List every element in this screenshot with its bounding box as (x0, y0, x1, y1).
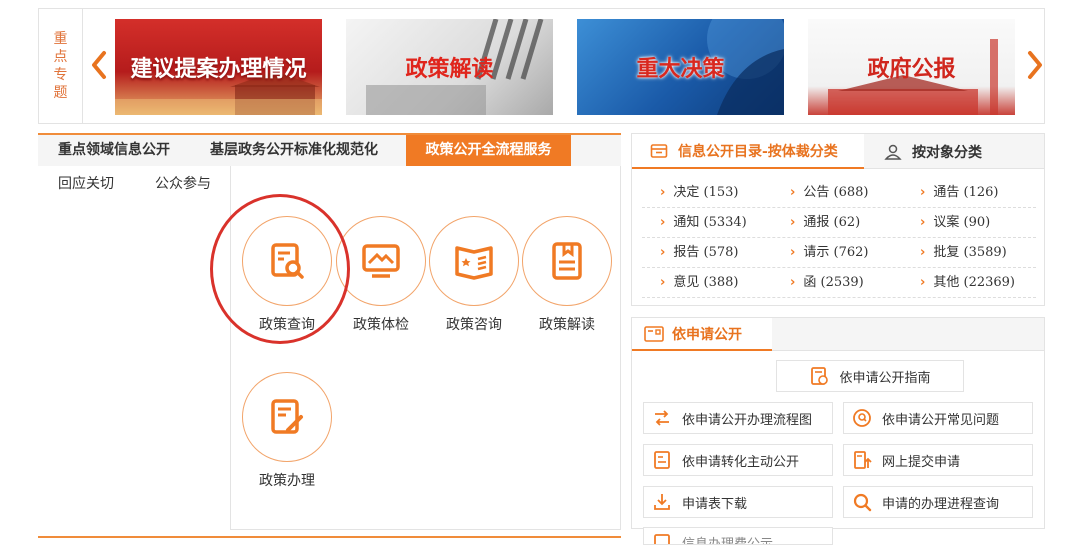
catalog-row: › 决定 (153) › 公告 (688) › 通告 (126) (642, 178, 1036, 208)
chevron-right-icon: › (660, 185, 666, 200)
subnav-participation[interactable]: 公众参与 (155, 173, 211, 193)
subnav-response[interactable]: 回应关切 (58, 173, 114, 193)
chevron-left-icon (92, 51, 106, 79)
document-bookmark-icon (552, 242, 582, 280)
open-book-star-icon (455, 246, 493, 280)
slide-government-gazette[interactable]: 政府公报 (808, 19, 1015, 115)
panel-bottom-border (38, 536, 621, 538)
slide-major-decisions[interactable]: 重大决策 (577, 19, 784, 115)
catalog-item[interactable]: › 通报 (62) (790, 208, 860, 238)
info-catalog-panel: 信息公开目录-按体裁分类 按对象分类 › 决定 (153) › 公告 (688) ›… (631, 133, 1045, 306)
apply-panel-title: 依申请公开 (632, 318, 772, 351)
service-policy-consult[interactable]: 政策咨询 (428, 216, 520, 334)
chevron-right-icon: › (660, 275, 666, 290)
left-tabbar: 重点领域信息公开 基层政务公开标准化规范化 政策公开全流程服务 (38, 133, 621, 166)
guide-document-icon (811, 367, 829, 385)
catalog-item[interactable]: › 报告 (578) (660, 238, 738, 268)
chevron-right-icon: › (920, 215, 926, 230)
flow-icon (655, 410, 669, 426)
apply-guide-button[interactable]: 依申请公开指南 (776, 360, 964, 392)
chevron-right-icon: › (790, 245, 796, 260)
slide-proposal[interactable]: 建议提案办理情况 (115, 19, 322, 115)
catalog-row: › 通知 (5334) › 通报 (62) › 议案 (90) (642, 208, 1036, 238)
monitor-pulse-icon (362, 244, 400, 278)
apply-flowchart-button[interactable]: 依申请公开办理流程图 (643, 402, 833, 434)
banner-tag: 重 点 专 题 (39, 9, 83, 123)
apply-faq-button[interactable]: 依申请公开常见问题 (843, 402, 1033, 434)
chevron-right-icon: › (660, 245, 666, 260)
chevron-right-icon: › (790, 215, 796, 230)
service-policy-query[interactable]: 政策查询 (241, 216, 333, 334)
document-search-icon (271, 243, 304, 279)
catalog-item[interactable]: › 意见 (388) (660, 268, 738, 298)
tab-key-areas[interactable]: 重点领域信息公开 (58, 135, 170, 166)
service-policy-handle[interactable]: 政策办理 (241, 372, 333, 490)
catalog-item[interactable]: › 请示 (762) (790, 238, 868, 268)
chevron-right-icon: › (660, 215, 666, 230)
upload-document-icon (854, 451, 872, 469)
question-circle-icon (853, 409, 871, 427)
id-card-icon (644, 325, 664, 342)
tab-by-audience[interactable]: 按对象分类 (884, 134, 982, 169)
catalog-item[interactable]: › 公告 (688) (790, 178, 868, 208)
apply-submit-online-button[interactable]: 网上提交申请 (843, 444, 1033, 476)
policy-service-panel: 重点领域信息公开 基层政务公开标准化规范化 政策公开全流程服务 回应关切 公众参… (38, 133, 621, 533)
user-icon (884, 144, 902, 160)
service-policy-check[interactable]: 政策体检 (335, 216, 427, 334)
catalog-item[interactable]: › 议案 (90) (920, 208, 990, 238)
apply-form-download-button[interactable]: 申请表下载 (643, 486, 833, 518)
document-icon (654, 451, 670, 469)
download-icon (654, 494, 670, 510)
banner-prev-button[interactable] (87, 45, 111, 85)
banner-next-button[interactable] (1023, 45, 1047, 85)
tab-full-process-service[interactable]: 政策公开全流程服务 (406, 135, 571, 166)
chevron-right-icon: › (920, 185, 926, 200)
document-edit-icon (271, 399, 303, 434)
search-icon (853, 493, 872, 512)
apply-convert-button[interactable]: 依申请转化主动公开 (643, 444, 833, 476)
topic-banner: 重 点 专 题 建议提案办理情况 政策解读 重大决策 政府公报 (38, 8, 1045, 124)
catalog-item[interactable]: › 其他 (22369) (920, 268, 1015, 298)
catalog-row: › 意见 (388) › 函 (2539) › 其他 (22369) (642, 268, 1036, 298)
tab-standardization[interactable]: 基层政务公开标准化规范化 (210, 135, 378, 166)
apply-disclosure-panel: 依申请公开 依申请公开指南 依申请公开办理流程图 依申请公开常见问题 依申请转化… (631, 317, 1045, 545)
chevron-right-icon: › (790, 275, 796, 290)
catalog-item[interactable]: › 通告 (126) (920, 178, 998, 208)
chevron-right-icon: › (920, 275, 926, 290)
service-grid: 政策查询 政策体检 政策咨询 政策解读 政策办理 (230, 166, 621, 530)
chevron-right-icon: › (790, 185, 796, 200)
catalog-grid: › 决定 (153) › 公告 (688) › 通告 (126) › 通知 (5334)… (642, 178, 1036, 298)
document-icon (654, 534, 670, 544)
tab-by-genre[interactable]: 信息公开目录-按体裁分类 (632, 134, 864, 169)
chevron-right-icon: › (920, 245, 926, 260)
catalog-item[interactable]: › 函 (2539) (790, 268, 864, 298)
slide-policy-interpretation[interactable]: 政策解读 (346, 19, 553, 115)
catalog-item[interactable]: › 通知 (5334) (660, 208, 747, 238)
catalog-row: › 报告 (578) › 请示 (762) › 批复 (3589) (642, 238, 1036, 268)
catalog-item[interactable]: › 批复 (3589) (920, 238, 1007, 268)
chevron-right-icon (1028, 51, 1042, 79)
apply-fee-notice-button[interactable]: 信息办理费公示 (643, 527, 833, 545)
apply-progress-query-button[interactable]: 申请的办理进程查询 (843, 486, 1033, 518)
service-policy-interpret[interactable]: 政策解读 (521, 216, 613, 334)
catalog-item[interactable]: › 决定 (153) (660, 178, 738, 208)
folder-icon (650, 143, 668, 158)
